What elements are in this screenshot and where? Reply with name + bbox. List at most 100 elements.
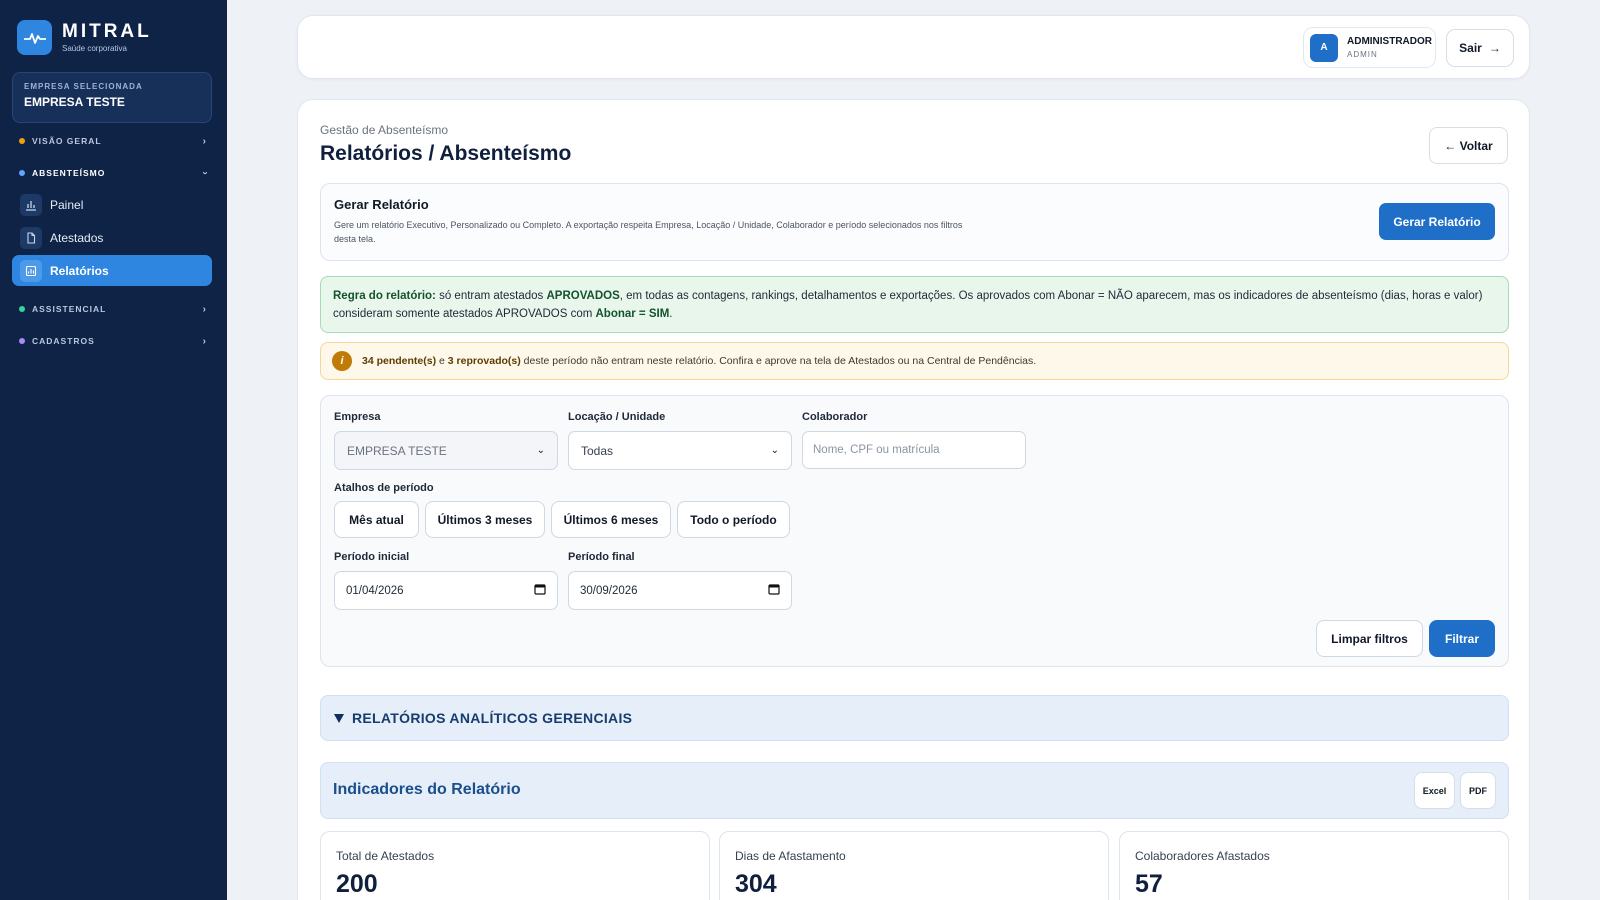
filter-button[interactable]: Filtrar [1429,620,1495,657]
document-icon [20,226,42,249]
sidebar-item-label: Relatórios [50,263,109,278]
colaborador-label: Colaborador [802,411,868,423]
start-date-value: 01/04/2026 [346,584,404,597]
heartbeat-logo-icon [17,20,52,55]
sidebar-item-label: Painel [50,197,84,212]
logout-button[interactable]: Sair → [1446,29,1514,67]
calendar-icon[interactable] [534,583,546,598]
back-button[interactable]: ← Voltar [1429,127,1508,164]
empresa-label: Empresa [334,411,381,423]
kpi-card-colaboradores-afastados: Colaboradores Afastados 57 [1119,831,1509,900]
user-name: ADMINISTRADOR [1347,36,1432,47]
selected-company[interactable]: EMPRESA SELECIONADA EMPRESA TESTE [12,72,212,123]
selected-company-label: EMPRESA SELECIONADA [24,82,143,91]
pending-warning-text: 34 pendente(s) e 3 reprovado(s) deste pe… [362,355,1036,367]
report-icon [20,259,42,282]
nav-section-cadastros[interactable]: CADASTROS › [19,334,207,348]
user-menu[interactable]: A ADMINISTRADOR ADMIN [1303,27,1436,68]
indicators-title: Indicadores do Relatório [333,781,521,798]
locacao-label: Locação / Unidade [568,411,666,423]
chevron-down-icon: ⌄ [770,445,779,456]
kpi-card-dias-afastamento: Dias de Afastamento 304 [719,831,1109,900]
nav-section-label: ASSISTENCIAL [32,304,107,314]
kpi-value: 200 [336,870,378,898]
chevron-right-icon: › [202,335,207,347]
nav-section-absenteismo[interactable]: ABSENTEÍSMO › [19,166,211,180]
clear-filters-button[interactable]: Limpar filtros [1316,620,1423,657]
start-date-input[interactable]: 01/04/2026 [334,571,558,610]
brand[interactable]: MITRAL Saúde corporativa [17,20,152,55]
report-rule-notice: Regra do relatório: só entram atestados … [320,276,1509,333]
locacao-select-value: Todas [581,443,614,458]
nav-section-visao-geral[interactable]: VISÃO GERAL › [19,134,207,148]
sidebar-item-atestados[interactable]: Atestados [12,222,212,253]
section-dot-icon [19,170,25,176]
shortcuts-label: Atalhos de período [334,482,434,494]
shortcut-last-6-months[interactable]: Últimos 6 meses [551,501,671,538]
generate-report-card: Gerar Relatório Gere um relatório Execut… [320,183,1509,261]
generate-report-button[interactable]: Gerar Relatório [1379,203,1495,240]
triangle-down-icon [334,713,344,723]
rule-text: . [669,308,673,320]
shortcut-all-period[interactable]: Todo o período [677,501,790,538]
generate-report-description: Gere um relatório Executivo, Personaliza… [334,220,963,244]
bar-chart-icon [20,193,42,216]
pending-warning: i 34 pendente(s) e 3 reprovado(s) deste … [320,342,1509,380]
sidebar-item-painel[interactable]: Painel [12,189,212,220]
chevron-right-icon: › [202,303,207,315]
selected-company-name: EMPRESA TESTE [24,95,125,109]
kpi-label: Dias de Afastamento [735,849,846,863]
chevron-down-icon: ⌄ [536,445,545,456]
section-dot-icon [19,138,25,144]
sidebar-item-label: Atestados [50,230,104,245]
main-content: Gestão de Absenteísmo Relatórios / Absen… [297,99,1530,900]
kpi-value: 304 [735,870,777,898]
kpi-value: 57 [1135,870,1163,898]
sidebar: MITRAL Saúde corporativa EMPRESA SELECIO… [0,0,227,900]
warning-rest: deste período não entram neste relatório… [520,355,1037,367]
indicators-header: Indicadores do Relatório Excel PDF [320,762,1509,819]
chevron-down-icon: › [199,170,211,176]
rule-lead: Regra do relatório: [333,290,436,302]
warning-and: e [436,355,448,367]
empresa-select-value: EMPRESA TESTE [347,443,447,458]
start-date-label: Período inicial [334,551,410,563]
brand-name: MITRAL [62,21,152,42]
export-pdf-button[interactable]: PDF [1460,772,1496,809]
end-date-label: Período final [568,551,635,563]
section-dot-icon [19,306,25,312]
calendar-icon[interactable] [768,583,780,598]
analytics-reports-accordion[interactable]: RELATÓRIOS ANALÍTICOS GERENCIAIS [320,695,1509,741]
info-icon: i [332,351,352,371]
rejected-count: 3 reprovado(s) [447,355,521,367]
top-bar: A ADMINISTRADOR ADMIN Sair → [297,15,1530,79]
shortcut-last-3-months[interactable]: Últimos 3 meses [425,501,545,538]
nav-section-label: VISÃO GERAL [32,136,102,146]
avatar: A [1310,33,1338,62]
rule-approved: APROVADOS [546,290,620,302]
empresa-select[interactable]: EMPRESA TESTE ⌄ [334,431,558,470]
kpi-card-total-atestados: Total de Atestados 200 [320,831,710,900]
sidebar-item-relatorios[interactable]: Relatórios [12,255,212,286]
accordion-title: RELATÓRIOS ANALÍTICOS GERENCIAIS [352,710,633,726]
kpi-label: Colaboradores Afastados [1135,849,1270,863]
chevron-right-icon: › [202,135,207,147]
nav-section-label: ABSENTEÍSMO [32,168,106,178]
nav-section-label: CADASTROS [32,336,95,346]
rule-abonar: Abonar = SIM [595,308,670,320]
filters-panel: Empresa EMPRESA TESTE ⌄ Locação / Unidad… [320,395,1509,667]
shortcut-current-month[interactable]: Mês atual [334,501,419,538]
breadcrumb: Gestão de Absenteísmo [320,123,449,137]
nav-section-assistencial[interactable]: ASSISTENCIAL › [19,302,207,316]
generate-report-title: Gerar Relatório [334,197,429,212]
colaborador-input[interactable] [802,431,1026,469]
end-date-input[interactable]: 30/09/2026 [568,571,792,610]
page-title: Relatórios / Absenteísmo [320,142,572,165]
end-date-value: 30/09/2026 [580,584,638,597]
logout-label: Sair [1459,41,1482,55]
arrow-right-icon: → [1488,41,1501,55]
export-excel-button[interactable]: Excel [1414,772,1455,809]
section-dot-icon [19,338,25,344]
pending-count: 34 pendente(s) [362,355,437,367]
locacao-select[interactable]: Todas ⌄ [568,431,792,470]
